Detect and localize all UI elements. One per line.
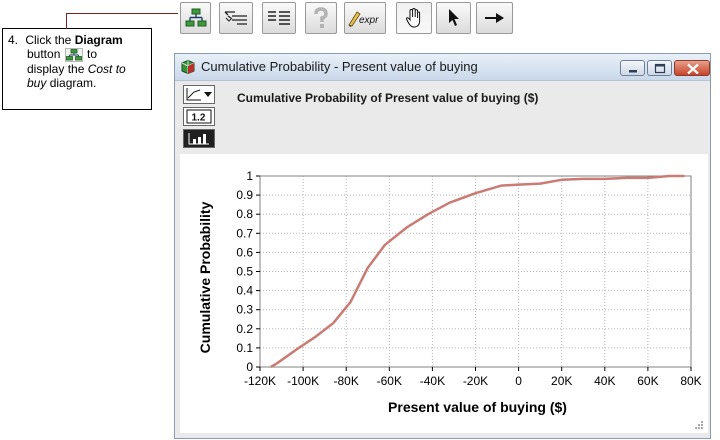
hand-icon [405, 7, 421, 28]
bar-graph-icon [188, 133, 209, 145]
maximize-icon [654, 63, 666, 74]
callout-line-3: display the Cost to [8, 62, 145, 76]
y-tick-label: 0.3 [236, 303, 253, 317]
help-button[interactable] [305, 2, 337, 34]
result-window: Cumulative Probability - Present value o… [174, 53, 711, 439]
callout-italic: buy [27, 76, 47, 90]
callout-text: to [83, 47, 98, 61]
instruction-callout: 4. Click the Diagram button to display t… [2, 28, 152, 110]
callout-line-4: buy diagram. [8, 76, 145, 90]
x-tick-label: 0 [515, 374, 522, 388]
x-tick-label: -60K [377, 374, 402, 388]
arrow-pointer-icon [448, 9, 459, 26]
x-axis-label: Present value of buying ($) [388, 399, 567, 415]
callout-text: diagram. [46, 76, 97, 90]
diagram-button[interactable] [180, 2, 211, 34]
y-tick-label: 0.7 [236, 226, 253, 240]
right-arrow-icon [484, 13, 504, 23]
attribute-panel-button[interactable] [262, 2, 296, 34]
y-tick-label: 0.4 [236, 284, 253, 298]
table-view-label: 1.2 [192, 113, 206, 124]
y-tick-label: 0.6 [236, 245, 253, 259]
expr-pencil-icon: expr [348, 11, 379, 27]
x-tick-label: 60K [637, 374, 658, 388]
diagram-icon [185, 8, 206, 27]
y-axis-label: Cumulative Probability [197, 201, 213, 353]
cumulative-probability-chart: -120K -100K -80K -60K -40K -20K 0 20K 40K 60K 80K 0… [197, 169, 702, 415]
outline-icon [224, 11, 247, 25]
y-tick-label: 0.5 [236, 265, 253, 279]
x-tick-label: -40K [420, 374, 445, 388]
graph-type-dropdown[interactable] [183, 85, 215, 104]
y-tick-label: 0.9 [236, 188, 253, 202]
edit-tool-button[interactable] [436, 2, 471, 34]
resize-grip-icon[interactable] [694, 420, 704, 430]
x-tick-label: -20K [463, 374, 488, 388]
outline-button[interactable] [219, 2, 253, 34]
callout-bold-diagram: Diagram [74, 33, 123, 47]
browse-tool-button[interactable] [396, 2, 432, 34]
minimize-icon [629, 70, 637, 73]
minimize-button[interactable] [620, 60, 645, 76]
y-tick-label: 1 [246, 169, 253, 183]
graph-dropdown-icon [186, 88, 212, 101]
view-tools: 1.2 [183, 85, 215, 151]
callout-leader-vertical [66, 13, 67, 29]
callout-text: display the [27, 62, 88, 76]
expression-button[interactable]: expr [344, 2, 386, 34]
callout-text: button [27, 47, 64, 61]
y-tick-label: 0.2 [236, 322, 253, 336]
close-icon [687, 63, 699, 75]
arrow-tool-button[interactable] [476, 2, 513, 34]
chart-heading: Cumulative Probability of Present value … [237, 91, 539, 105]
close-button[interactable] [674, 60, 710, 76]
x-tick-label: 80K [680, 374, 701, 388]
callout-leader-horizontal [66, 13, 178, 14]
table-1-2-icon: 1.2 [186, 109, 212, 124]
svg-text:expr: expr [359, 15, 379, 26]
x-tick-label: 40K [594, 374, 615, 388]
y-tick-label: 0.8 [236, 207, 253, 221]
x-tick-label: -120K [244, 374, 276, 388]
x-tick-label: 20K [551, 374, 572, 388]
diagram-icon [64, 48, 83, 62]
window-title: Cumulative Probability - Present value o… [201, 59, 478, 74]
plot-area: -120K -100K -80K -60K -40K -20K 0 20K 40K 60K 80K 0… [180, 154, 708, 433]
x-tick-label: -100K [287, 374, 319, 388]
table-view-button[interactable]: 1.2 [183, 107, 215, 126]
question-icon [314, 7, 328, 28]
y-tick-label: 0.1 [236, 341, 253, 355]
callout-text: Click the [25, 33, 75, 47]
callout-italic: Cost to [87, 62, 126, 76]
callout-line-2: button to [8, 47, 145, 62]
maximize-button[interactable] [647, 60, 672, 76]
step-number: 4. [8, 33, 19, 47]
result-window-icon [181, 60, 195, 74]
graph-view-button[interactable] [183, 129, 215, 148]
y-tick-label: 0 [246, 360, 253, 374]
callout-line-1: 4. Click the Diagram [8, 33, 145, 47]
attribute-list-icon [268, 11, 290, 25]
x-tick-label: -80K [334, 374, 359, 388]
window-titlebar[interactable]: Cumulative Probability - Present value o… [175, 54, 710, 81]
